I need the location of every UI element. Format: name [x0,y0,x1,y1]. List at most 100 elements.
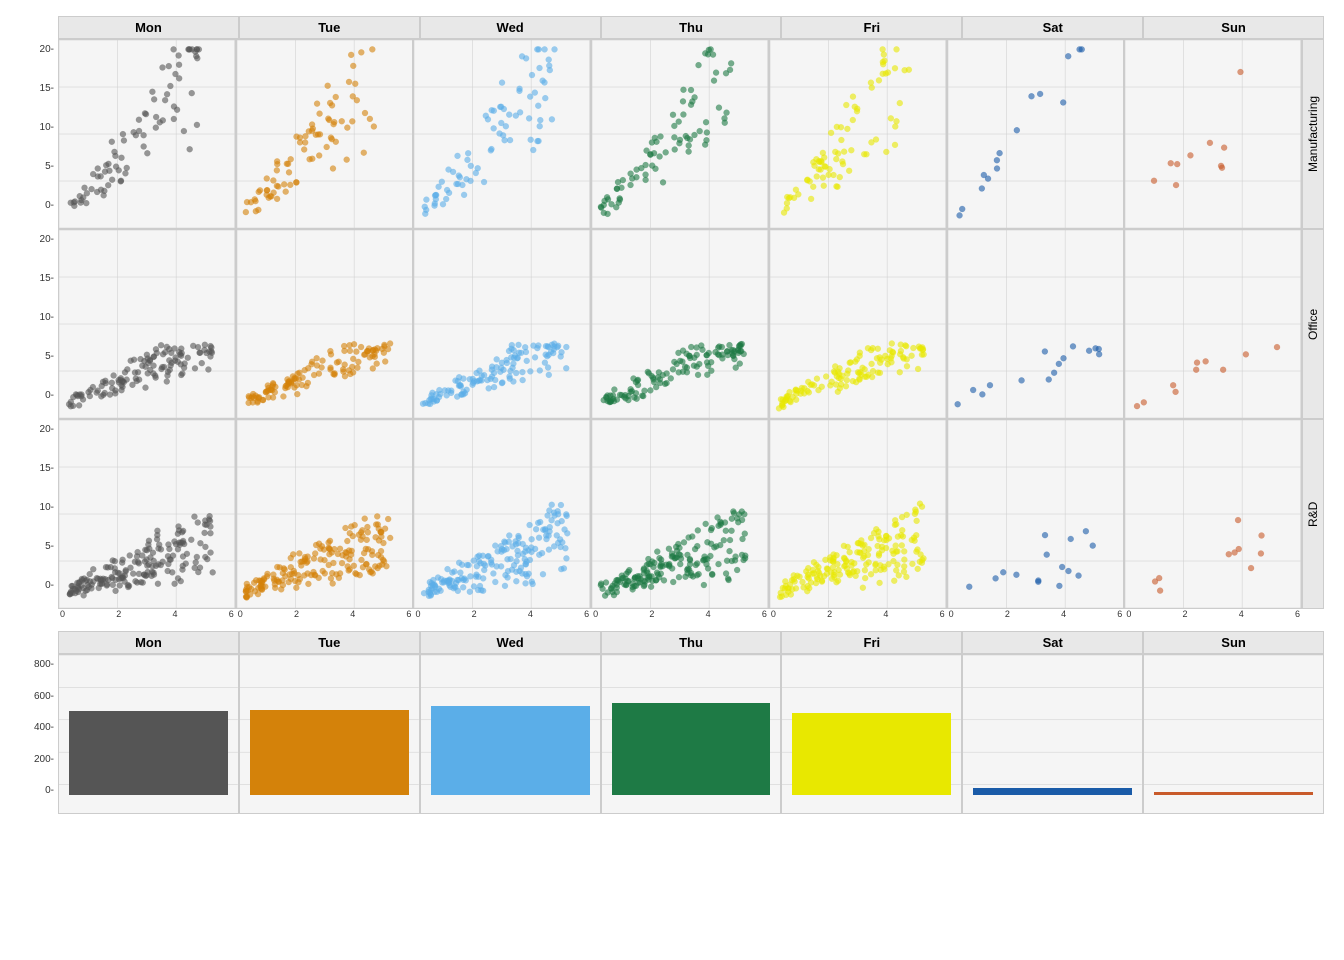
bar-day-header-sat: Sat [962,631,1143,654]
x-axis-row: 0246024602460246024602460246 [58,609,1302,619]
bar-cell-sun [1143,654,1324,814]
bar-y-tick: 600- [34,691,54,702]
bar-y-tick: 0- [45,785,54,796]
scatter-cell-thu-manufacturing [591,39,769,229]
scatter-cell-mon-manufacturing [58,39,236,229]
bar-y-axis: 800-600-400-200-0- [20,654,58,814]
scatter-day-header-fri: Fri [781,16,962,39]
x-tick: 4 [172,609,177,619]
bar-cell-thu [601,654,782,814]
bar-y-tick: 200- [34,754,54,765]
x-tick: 2 [827,609,832,619]
y-tick: 15- [40,273,54,284]
x-axis-cell: 0246 [236,609,414,619]
bar-day-header-tue: Tue [239,631,420,654]
y-tick: 10- [40,122,54,133]
y-tick: 15- [40,463,54,474]
main-container: MonTueWedThuFriSatSun 20-15-10-5-0-Manuf… [0,0,1344,960]
scatter-cell-fri-randd [769,419,947,609]
scatter-day-header-mon: Mon [58,16,239,39]
bar-rect-fri [792,713,951,796]
x-tick: 0 [771,609,776,619]
bar-rect-tue [250,710,409,795]
scatter-cell-tue-randd [236,419,414,609]
y-tick: 5- [45,541,54,552]
scatter-cell-sat-office [947,229,1125,419]
bar-day-header-mon: Mon [58,631,239,654]
scatter-cell-mon-office [58,229,236,419]
x-tick: 2 [1005,609,1010,619]
scatter-cell-sun-office [1124,229,1302,419]
x-axis-cell: 0 2 4 6 [1124,609,1302,619]
scatter-rows: 20-15-10-5-0-Manufacturing20-15-10-5-0-O… [20,39,1324,609]
scatter-cell-wed-manufacturing [413,39,591,229]
x-tick: 4 [883,609,888,619]
bar-section: MonTueWedThuFriSatSun 800-600-400-200-0- [20,631,1324,814]
bar-rect-thu [612,703,771,795]
y-tick: 10- [40,502,54,513]
scatter-cell-sun-manufacturing [1124,39,1302,229]
scatter-day-headers: MonTueWedThuFriSatSun [58,16,1324,39]
scatter-cell-thu-randd [591,419,769,609]
x-tick: 0 [949,609,954,619]
bar-cell-tue [239,654,420,814]
x-tick: 2 [649,609,654,619]
scatter-section: MonTueWedThuFriSatSun 20- 15- 10- 5- 0- Manuf… [20,16,1324,619]
scatter-row-randd: 20-15-10-5-0-R&D [20,419,1324,609]
cells-row [58,39,1302,229]
y-axis-2: 20-15-10-5-0- [20,419,58,609]
x-tick: 4 [1061,609,1066,619]
scatter-cell-fri-manufacturing [769,39,947,229]
y-tick: 20- [40,234,54,245]
bar-day-headers: MonTueWedThuFriSatSun [58,631,1324,654]
bar-y-tick: 800- [34,659,54,670]
x-axis-cell: 0246 [947,609,1125,619]
bar-day-header-fri: Fri [781,631,962,654]
bar-day-header-wed: Wed [420,631,601,654]
y-tick: 15- [40,83,54,94]
x-tick: 2 [294,609,299,619]
bar-cells [58,654,1324,814]
x-tick: 2 [1183,609,1188,619]
x-tick: 0 [593,609,598,619]
scatter-day-header-sat: Sat [962,16,1143,39]
x-tick: 0 [1126,609,1131,619]
row-label-office: Office [1302,229,1324,419]
y-tick: 0- [45,200,54,211]
row-label-randd: R&D [1302,419,1324,609]
scatter-cell-wed-randd [413,419,591,609]
y-axis-0: 20- 15- 10- 5- 0- [20,39,58,229]
y-tick: 20- [40,424,54,435]
x-tick: 0 [415,609,420,619]
scatter-cell-fri-office [769,229,947,419]
scatter-day-header-tue: Tue [239,16,420,39]
scatter-day-header-thu: Thu [601,16,782,39]
x-axis-cell: 0 2 4 6 [591,609,769,619]
bar-cell-mon [58,654,239,814]
scatter-cell-sat-manufacturing [947,39,1125,229]
scatter-cell-tue-office [236,229,414,419]
x-tick: 2 [116,609,121,619]
scatter-row-manufacturing: 20- 15- 10- 5- 0- Manufacturing [20,39,1324,229]
x-tick: 6 [940,609,945,619]
row-label-manufacturing: Manufacturing [1302,39,1324,229]
x-axis-cell: 0246 [58,609,236,619]
x-axis-cell: 0246 [413,609,591,619]
y-tick: 5- [45,161,54,172]
x-tick: 4 [350,609,355,619]
x-tick: 4 [706,609,711,619]
x-tick: 4 [528,609,533,619]
scatter-cell-tue-manufacturing [236,39,414,229]
x-tick: 2 [472,609,477,619]
y-tick: 20- [40,44,54,55]
scatter-day-header-wed: Wed [420,16,601,39]
bar-rect-sun [1154,792,1313,795]
x-tick: 4 [1239,609,1244,619]
y-tick: 10- [40,312,54,323]
scatter-cell-thu-office [591,229,769,419]
scatter-cell-wed-office [413,229,591,419]
x-tick: 6 [762,609,767,619]
x-tick: 6 [1295,609,1300,619]
x-axis-cell: 0 2 4 6 [769,609,947,619]
scatter-row-office: 20-15-10-5-0-Office [20,229,1324,419]
